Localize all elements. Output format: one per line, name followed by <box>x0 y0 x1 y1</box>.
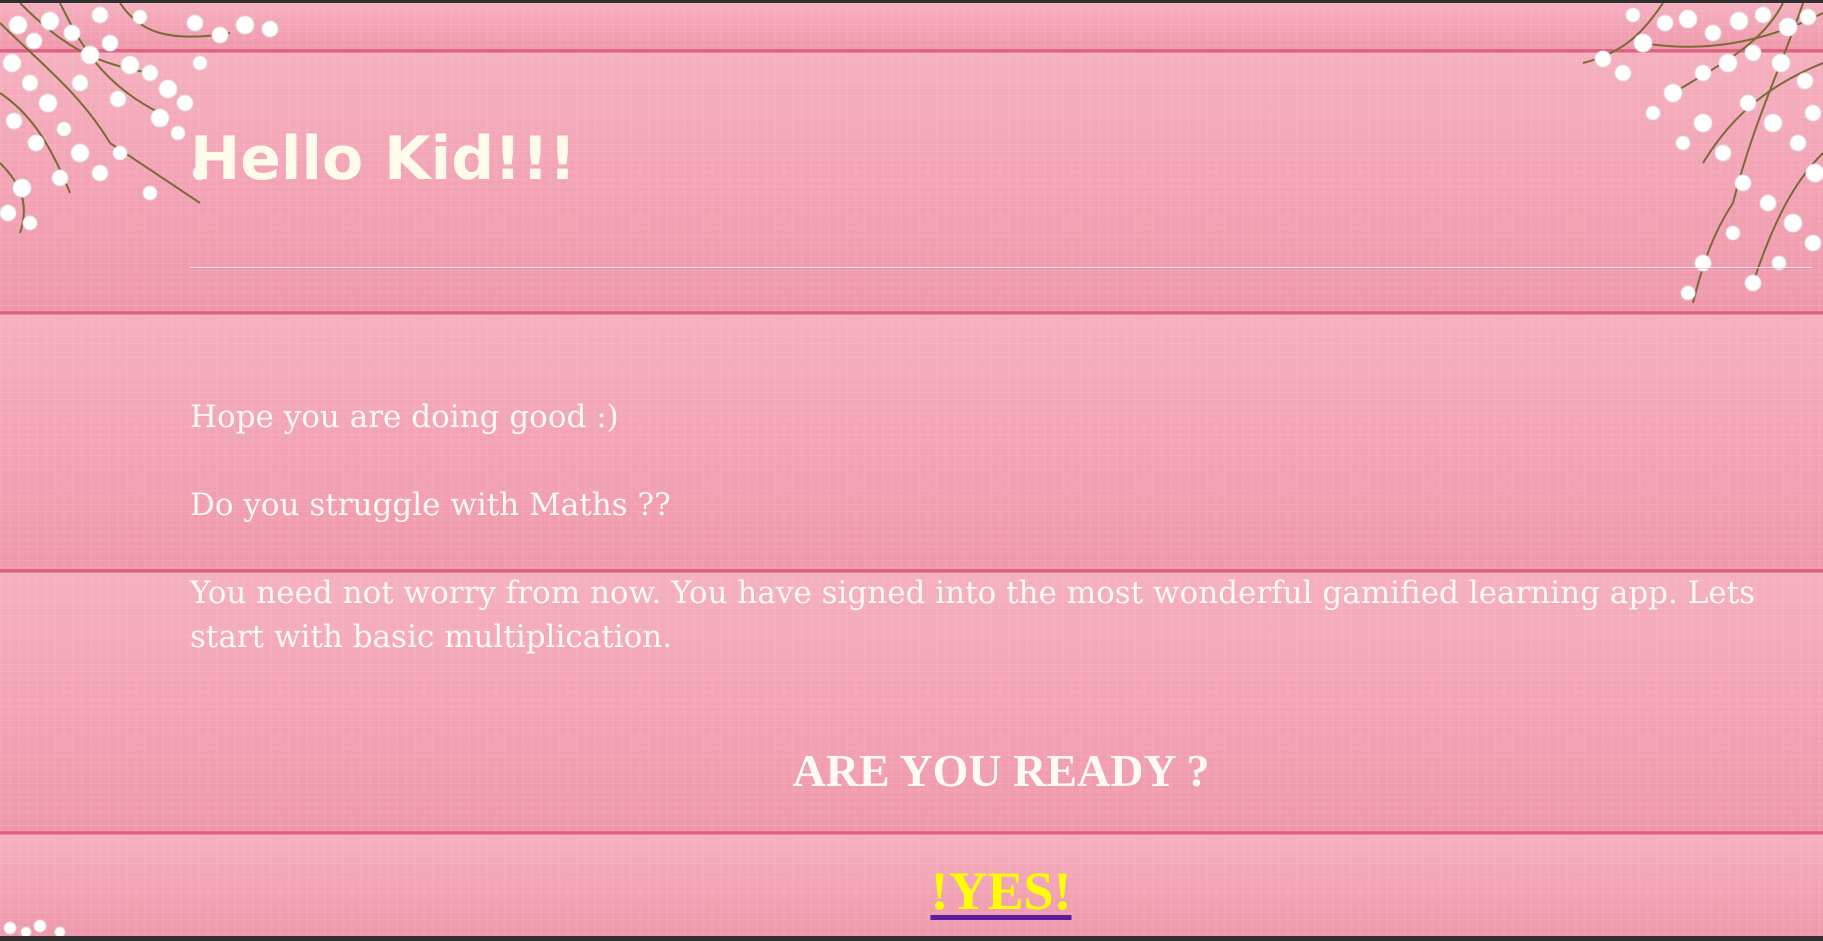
wood-plank <box>0 3 1823 51</box>
ready-heading: ARE YOU READY ? <box>792 745 1210 796</box>
page-title: Hello Kid!!! <box>190 124 577 194</box>
divider <box>190 267 1812 269</box>
page-background: Hello Kid!!! Hope you are doing good :) … <box>0 3 1823 936</box>
wood-plank <box>0 315 1823 573</box>
question-text: Do you struggle with Maths ?? <box>190 487 671 523</box>
intro-text: You need not worry from now. You have si… <box>190 575 1756 655</box>
yes-link-container: !YES! <box>190 859 1812 923</box>
greeting-text: Hope you are doing good :) <box>190 399 619 435</box>
yes-link[interactable]: !YES! <box>930 861 1071 921</box>
